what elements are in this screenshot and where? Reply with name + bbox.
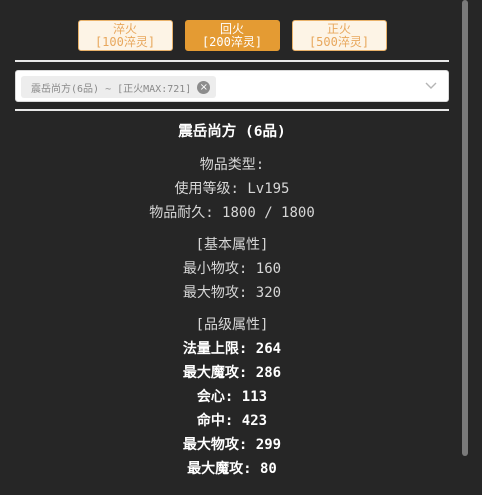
item-detail-panel: 震岳尚方 (6品) 物品类型: 使用等级: Lv195 物品耐久: 1800 /… (15, 121, 449, 481)
refine-tabs: 淬火 [100淬灵] 回火 [200淬灵] 正火 [500淬灵] (0, 20, 464, 51)
divider-bottom (15, 109, 449, 111)
grade-stat: 最大魔攻: 80 (187, 461, 277, 477)
tab-temper[interactable]: 回火 [200淬灵] (184, 20, 280, 51)
tab-quench-label: 淬火 (112, 21, 137, 36)
tab-normalize-label: 正火 (326, 21, 351, 36)
item-durability: 物品耐久: 1800 / 1800 (149, 205, 315, 221)
tab-temper-cost: [200淬灵] (201, 34, 263, 49)
basic-attributes-header: [基本属性] (195, 237, 269, 253)
close-icon[interactable]: × (197, 80, 211, 94)
grade-stat: 最大魔攻: 286 (182, 365, 282, 381)
item-level: 使用等级: Lv195 (174, 181, 290, 197)
item-title: 震岳尚方 (6品) (178, 124, 286, 140)
tab-quench[interactable]: 淬火 [100淬灵] (77, 20, 173, 51)
grade-stat: 最大物攻: 299 (182, 437, 282, 453)
tab-normalize[interactable]: 正火 [500淬灵] (291, 20, 387, 51)
divider-top (15, 60, 449, 62)
tab-normalize-cost: [500淬灵] (308, 34, 370, 49)
basic-stat: 最小物攻: 160 (182, 261, 282, 277)
grade-stat: 命中: 423 (196, 413, 268, 429)
item-select[interactable]: 震岳尚方(6品) ~ [正火MAX:721] × (15, 70, 449, 102)
basic-stat: 最大物攻: 320 (182, 285, 282, 301)
grade-attributes-header: [品级属性] (195, 317, 269, 333)
tab-temper-label: 回火 (219, 21, 244, 36)
grade-stat: 会心: 113 (196, 389, 268, 405)
scrollbar-thumb[interactable] (462, 0, 468, 456)
tab-quench-cost: [100淬灵] (94, 34, 156, 49)
selected-item-tag-label: 震岳尚方(6品) ~ [正火MAX:721] (31, 83, 192, 95)
item-type: 物品类型: (199, 157, 265, 173)
grade-stat: 法量上限: 264 (182, 341, 282, 357)
selected-item-tag: 震岳尚方(6品) ~ [正火MAX:721] × (21, 76, 217, 98)
chevron-down-icon[interactable] (424, 78, 438, 92)
